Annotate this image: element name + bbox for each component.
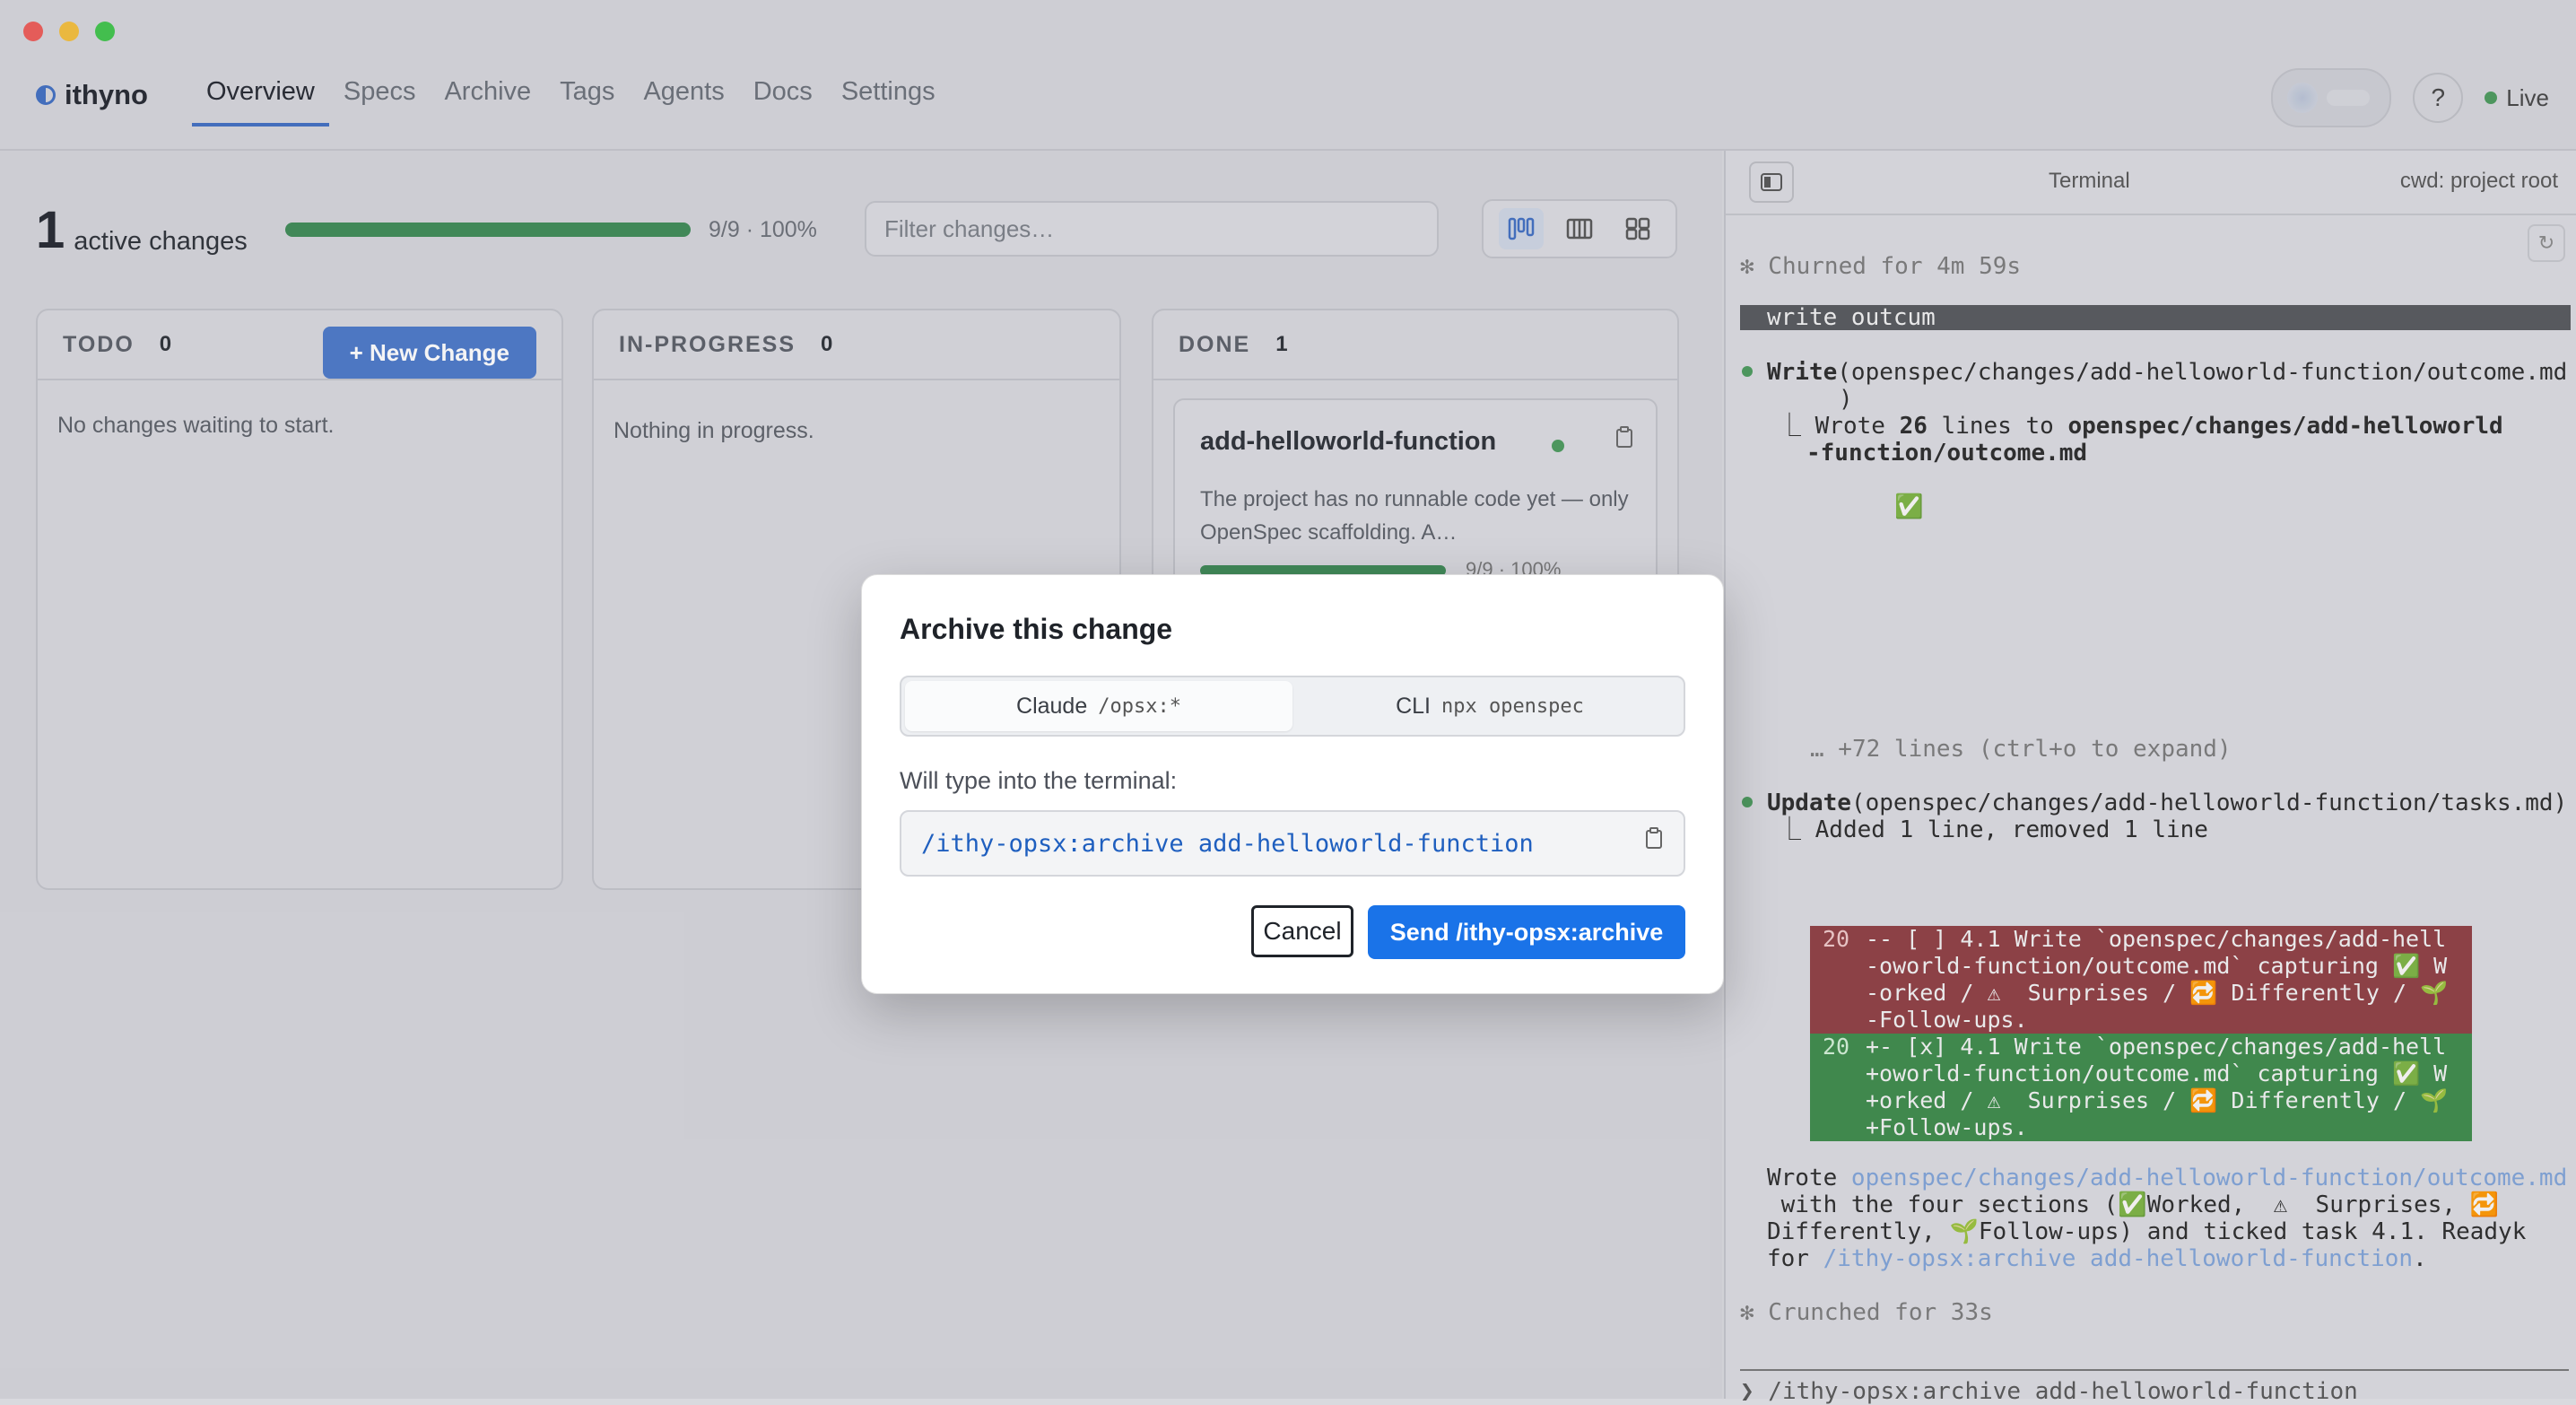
agent-segmented-control: Claude /opsx:* CLI npx openspec [900,676,1685,737]
tab-label: CLI [1396,693,1431,719]
command-preview: /ithy-opsx:archive add-helloworld-functi… [900,810,1685,877]
command-text: /ithy-opsx:archive add-helloworld-functi… [921,830,1534,858]
dialog-hint: Will type into the terminal: [900,767,1178,794]
tab-code: npx openspec [1440,694,1584,718]
cancel-button[interactable]: Cancel [1251,905,1353,957]
tab-claude[interactable]: Claude /opsx:* [905,681,1292,731]
tab-code: /opsx:* [1098,694,1181,718]
archive-dialog: Archive this change Claude /opsx:* CLI n… [861,574,1724,994]
copy-icon[interactable] [1644,826,1664,854]
dialog-title: Archive this change [900,613,1173,645]
tab-label: Claude [1016,693,1088,719]
tab-cli[interactable]: CLI npx openspec [1296,677,1684,735]
send-button[interactable]: Send /ithy-opsx:archive [1368,905,1685,959]
